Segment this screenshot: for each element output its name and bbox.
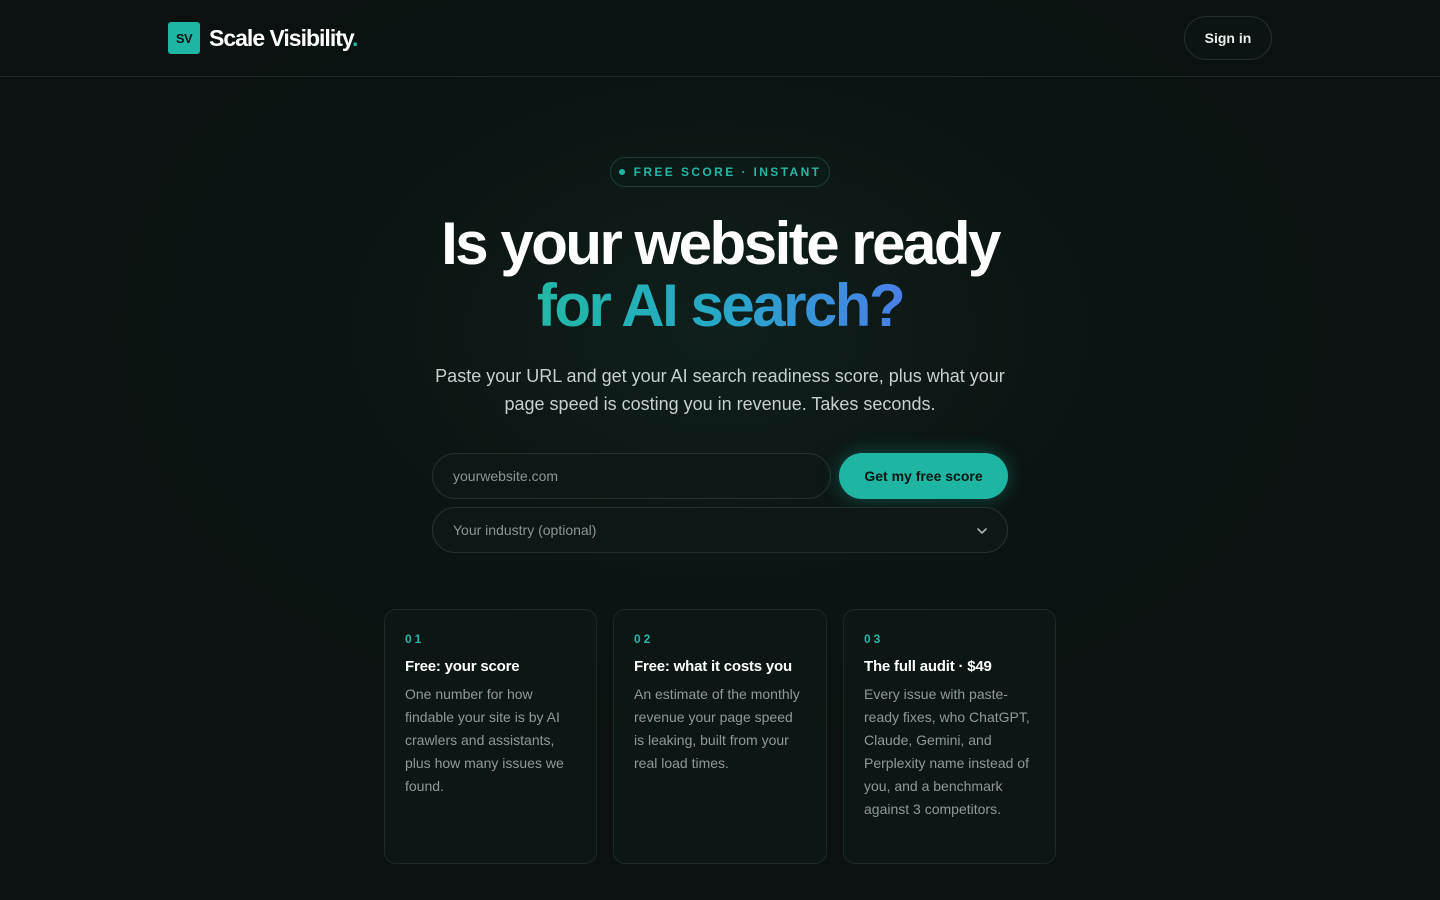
get-score-button[interactable]: Get my free score	[839, 453, 1008, 499]
card-number: 01	[405, 632, 425, 646]
badge-text: FREE SCORE · INSTANT	[633, 165, 822, 179]
card-number: 02	[634, 632, 654, 646]
hero-subtitle: Paste your URL and get your AI search re…	[435, 366, 1005, 414]
hero-title-line2: for AI search?	[0, 274, 1440, 338]
feature-card-3: 03 The full audit · $49 Every issue with…	[843, 609, 1056, 864]
card-body: Every issue with paste-ready fixes, who …	[864, 686, 1030, 817]
logo[interactable]: SV Scale Visibility.	[168, 22, 358, 54]
site-header: SV Scale Visibility. Sign in	[0, 0, 1440, 77]
card-title: Free: what it costs you	[634, 658, 792, 675]
feature-card-2: 02 Free: what it costs you An estimate o…	[613, 609, 827, 864]
badge-dot-icon	[618, 169, 625, 175]
feature-card-1: 01 Free: your score One number for how f…	[384, 609, 597, 864]
chevron-down-icon	[977, 528, 987, 534]
hero-title-line1: Is your website ready	[441, 210, 1001, 277]
url-input[interactable]	[432, 453, 831, 499]
logo-name: Scale Visibility	[209, 24, 353, 51]
card-number: 03	[864, 632, 884, 646]
hero-badge: FREE SCORE · INSTANT	[610, 157, 830, 187]
hero-title-highlight: for AI search?	[536, 272, 906, 339]
logo-text: Scale Visibility.	[209, 24, 358, 52]
industry-select[interactable]: Your industry (optional)	[432, 507, 1008, 553]
card-body: One number for how findable your site is…	[405, 686, 564, 794]
card-title: The full audit · $49	[864, 658, 992, 675]
logo-mark: SV	[168, 22, 200, 54]
card-body: An estimate of the monthly revenue your …	[634, 686, 800, 771]
industry-select-value: Your industry (optional)	[453, 522, 597, 538]
card-title: Free: your score	[405, 658, 520, 675]
sign-in-button[interactable]: Sign in	[1184, 16, 1272, 60]
logo-dot: .	[351, 24, 358, 51]
